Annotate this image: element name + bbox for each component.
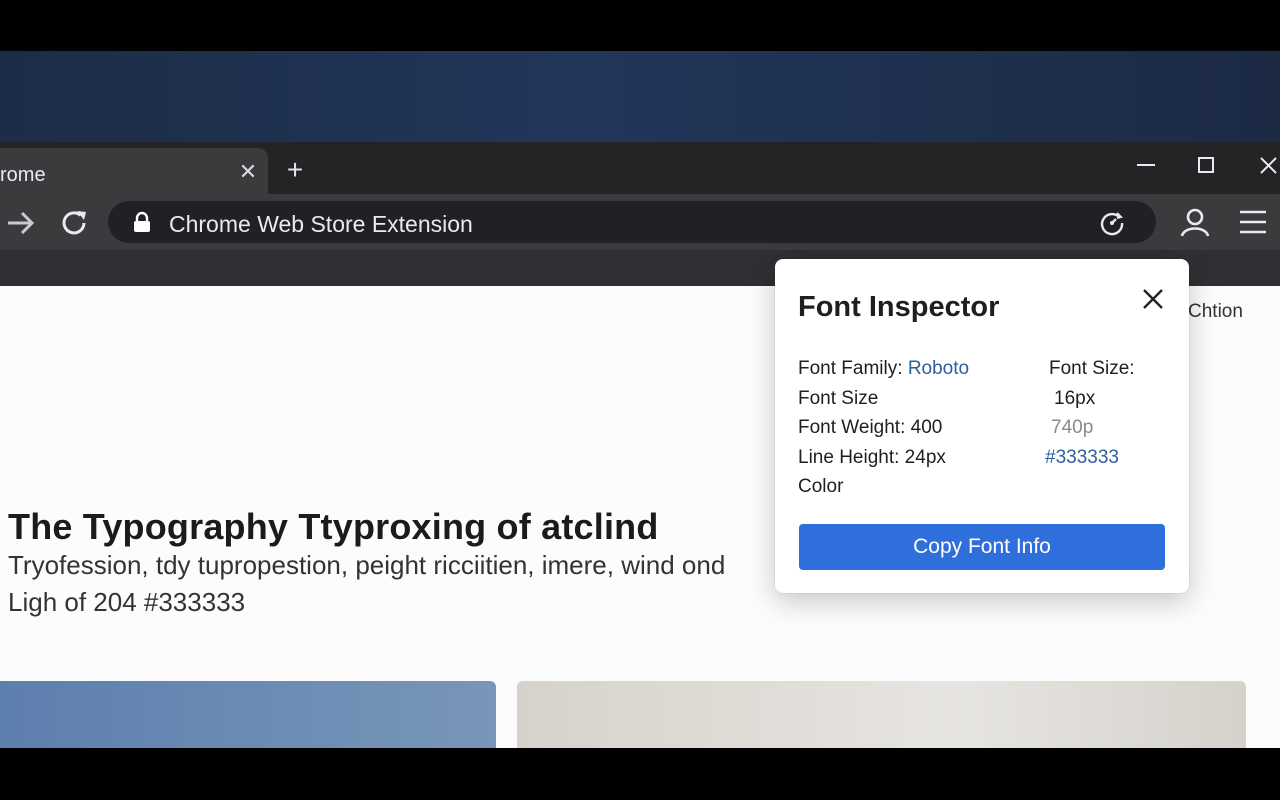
font-family-value: Roboto: [907, 358, 970, 379]
tab-close-icon[interactable]: ✕: [236, 160, 260, 184]
close-icon[interactable]: [1141, 287, 1165, 311]
font-size-heading: Font Size:: [1049, 358, 1135, 379]
hamburger-menu-icon[interactable]: [1238, 208, 1268, 236]
font-inspector-popup: Font Inspector Font Family: Roboto Font …: [775, 259, 1189, 593]
reload-icon[interactable]: [60, 208, 90, 238]
popup-title: Font Inspector: [798, 291, 1000, 323]
extension-timer-icon[interactable]: [1099, 210, 1125, 236]
side-text: Chtion: [1188, 301, 1243, 322]
lock-icon: [132, 211, 152, 233]
window-close-icon[interactable]: [1254, 154, 1280, 184]
color-value: #333333: [1045, 447, 1119, 468]
minimize-icon[interactable]: [1131, 154, 1161, 184]
tab-title: rome: [0, 164, 46, 186]
font-family-row: Font Family: Roboto: [798, 358, 969, 380]
arrow-right-icon[interactable]: [6, 208, 36, 238]
body-text-line: Ligh of 204 #333333: [8, 587, 246, 617]
letterbox-top: [0, 0, 1280, 51]
weight-value: 740p: [1051, 417, 1094, 438]
copy-font-info-button[interactable]: Copy Font Info: [799, 524, 1165, 570]
font-size-label: Font Size: [798, 388, 879, 409]
font-weight-label: Font Weight: 400: [798, 417, 943, 438]
color-label: Color: [798, 476, 844, 497]
maximize-icon[interactable]: [1191, 154, 1221, 184]
active-tab[interactable]: rome ✕: [0, 148, 268, 194]
letterbox-bottom: [0, 748, 1280, 800]
body-text-line: Tryofession, tdy tupropestion, peight ri…: [8, 550, 726, 580]
font-size-value: 16px: [1054, 388, 1096, 409]
browser-toolbar: Chrome Web Store Extension: [0, 194, 1280, 250]
url-text[interactable]: Chrome Web Store Extension: [169, 211, 473, 238]
profile-icon[interactable]: [1179, 206, 1211, 238]
page-headline: The Typography Ttyproxing of atclind: [8, 506, 659, 547]
address-bar[interactable]: Chrome Web Store Extension: [108, 201, 1156, 243]
line-height-label: Line Height: 24px: [798, 447, 946, 468]
tab-strip: rome ✕ +: [0, 142, 1280, 194]
new-tab-button[interactable]: +: [282, 156, 308, 184]
font-family-label: Font Family:: [798, 358, 908, 379]
screen: rome ✕ + Chrome Web Store Extension Chti…: [0, 0, 1280, 800]
desktop-background: [0, 51, 1280, 143]
